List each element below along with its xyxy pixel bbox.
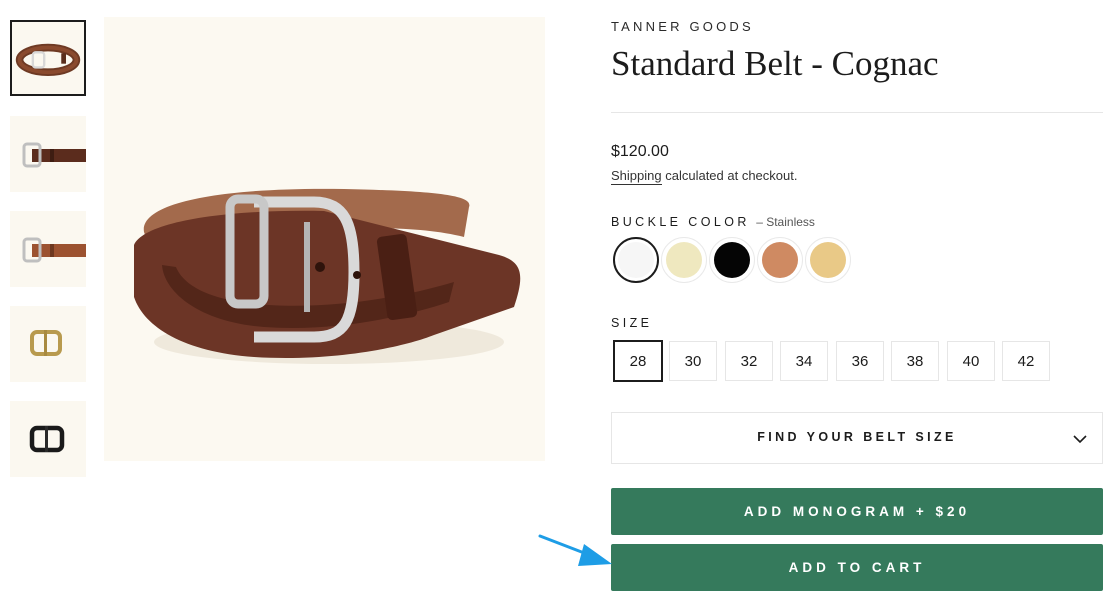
size-option-30[interactable]: 30: [669, 341, 717, 381]
size-option-38[interactable]: 38: [891, 341, 939, 381]
add-monogram-button[interactable]: ADD MONOGRAM + $20: [611, 488, 1103, 535]
chevron-down-icon: [1073, 435, 1087, 444]
size-label-row: SIZE: [611, 314, 652, 332]
black-buckle-thumbnail: [29, 425, 65, 453]
find-belt-size-label: FIND YOUR BELT SIZE: [757, 430, 957, 444]
belt-coiled-thumbnail: [15, 43, 81, 76]
product-price: $120.00: [611, 143, 669, 160]
size-option-28[interactable]: 28: [613, 340, 663, 382]
size-option-34[interactable]: 34: [780, 341, 828, 381]
brass-buckle-thumbnail: [30, 330, 62, 356]
arrow-pointer-icon: [538, 534, 612, 566]
swatch-stainless-color: [618, 242, 654, 278]
vendor-name[interactable]: TANNER GOODS: [611, 19, 754, 34]
shipping-note: Shipping calculated at checkout.: [611, 168, 798, 185]
product-title: Standard Belt - Cognac: [611, 44, 939, 83]
swatch-copper-color: [762, 242, 798, 278]
shipping-text: calculated at checkout.: [661, 168, 798, 183]
thumbnail-1[interactable]: [10, 20, 86, 96]
swatch-stainless[interactable]: [613, 237, 659, 283]
thumbnail-3[interactable]: [10, 211, 86, 287]
belt-buckle-dark-thumbnail: [22, 142, 86, 168]
buckle-color-label: BUCKLE COLOR: [611, 215, 750, 229]
thumbnail-5[interactable]: [10, 401, 86, 477]
swatch-cream[interactable]: [661, 237, 707, 283]
swatch-copper[interactable]: [757, 237, 803, 283]
size-option-36[interactable]: 36: [836, 341, 884, 381]
belt-buckle-light-thumbnail: [22, 237, 86, 263]
shipping-link[interactable]: Shipping: [611, 168, 662, 185]
swatch-black-color: [714, 242, 750, 278]
size-option-32[interactable]: 32: [725, 341, 773, 381]
swatch-brass-color: [810, 242, 846, 278]
divider: [611, 112, 1103, 113]
find-belt-size-toggle[interactable]: FIND YOUR BELT SIZE: [611, 412, 1103, 464]
thumbnail-2[interactable]: [10, 116, 86, 192]
add-to-cart-button[interactable]: ADD TO CART: [611, 544, 1103, 591]
swatch-black[interactable]: [709, 237, 755, 283]
buckle-color-label-row: BUCKLE COLOR – Stainless: [611, 213, 815, 231]
size-label: SIZE: [611, 316, 653, 330]
size-option-42[interactable]: 42: [1002, 341, 1050, 381]
swatch-brass[interactable]: [805, 237, 851, 283]
size-option-40[interactable]: 40: [947, 341, 995, 381]
buckle-color-selected: – Stainless: [756, 215, 815, 229]
main-product-image[interactable]: [104, 17, 545, 461]
thumbnail-4[interactable]: [10, 306, 86, 382]
swatch-cream-color: [666, 242, 702, 278]
cognac-belt-photo: [134, 188, 521, 364]
